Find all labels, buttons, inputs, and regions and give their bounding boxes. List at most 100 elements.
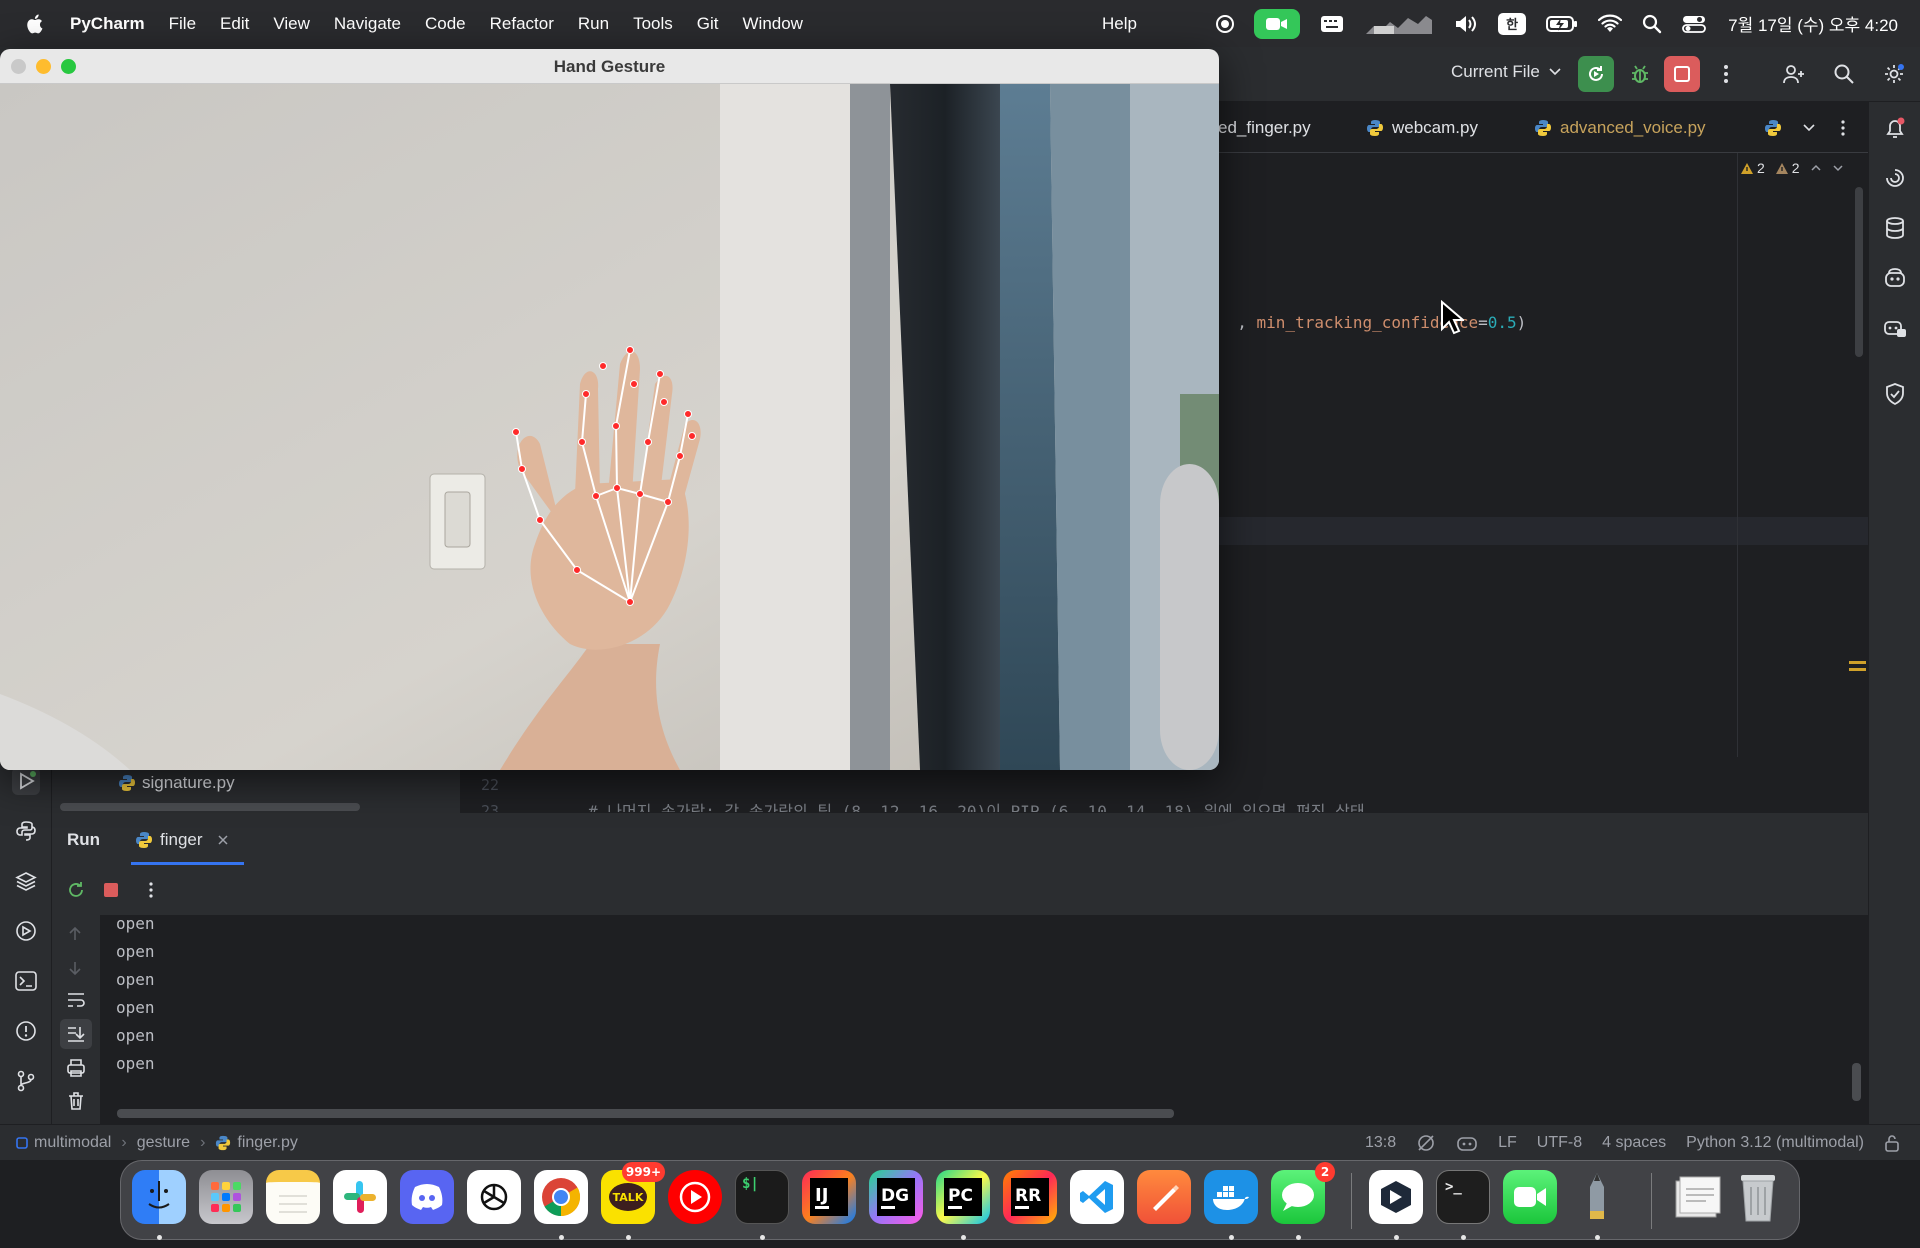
more-actions-button[interactable] <box>1708 56 1744 92</box>
unlock-icon[interactable] <box>1884 1134 1900 1152</box>
more-vertical-icon[interactable] <box>148 881 154 899</box>
dock-notes-icon[interactable] <box>266 1170 320 1224</box>
dock-pycharm-icon[interactable]: PC <box>936 1170 990 1224</box>
dock-slack-icon[interactable] <box>333 1170 387 1224</box>
hand-gesture-window[interactable]: Hand Gesture <box>0 49 1219 770</box>
dock-facetime-icon[interactable] <box>1503 1170 1557 1224</box>
dock-chrome-icon[interactable] <box>534 1170 588 1224</box>
tabs-dropdown-button[interactable] <box>1802 102 1816 153</box>
menu-view[interactable]: View <box>273 14 310 34</box>
no-ai-icon[interactable] <box>1416 1133 1436 1153</box>
editor-scrollbar[interactable] <box>1855 187 1863 357</box>
console-vertical-scrollbar[interactable] <box>1852 1063 1861 1101</box>
arrow-down-icon[interactable] <box>66 959 84 977</box>
services-button[interactable] <box>12 917 40 945</box>
run-tab-finger[interactable]: finger <box>135 830 230 850</box>
tab-finger[interactable]: ed_finger.py <box>1218 102 1311 153</box>
copilot-status-icon[interactable] <box>1456 1133 1478 1153</box>
dock-messages-icon[interactable]: 2 <box>1271 1162 1335 1224</box>
debug-button[interactable] <box>1622 56 1658 92</box>
database-button[interactable] <box>1881 214 1909 242</box>
settings-button[interactable] <box>1876 56 1912 92</box>
input-source-icon[interactable]: 한 <box>1498 9 1527 39</box>
file-encoding[interactable]: UTF-8 <box>1537 1134 1582 1152</box>
dock-kakaotalk-icon[interactable]: TALK 999+ <box>601 1162 665 1224</box>
layers-button[interactable] <box>12 867 40 895</box>
tab-webcam[interactable]: webcam.py <box>1366 102 1478 153</box>
terminal-button[interactable] <box>12 967 40 995</box>
menu-run[interactable]: Run <box>578 14 609 34</box>
close-icon[interactable] <box>216 833 230 847</box>
menu-help[interactable]: Help <box>1102 14 1137 34</box>
menu-extra-graph-icon[interactable] <box>1364 9 1434 39</box>
python-interpreter[interactable]: Python 3.12 (multimodal) <box>1686 1134 1864 1152</box>
dock-downloads-stack-icon[interactable] <box>1669 1170 1723 1224</box>
copilot-chat-button[interactable] <box>1881 314 1909 342</box>
screen-record-icon[interactable] <box>1216 9 1235 39</box>
menu-edit[interactable]: Edit <box>220 14 249 34</box>
menu-window[interactable]: Window <box>743 14 803 34</box>
scroll-to-end-button[interactable] <box>60 1019 92 1049</box>
dock-launchpad-icon[interactable] <box>199 1170 253 1224</box>
menu-tools[interactable]: Tools <box>633 14 673 34</box>
dock-intellij-icon[interactable]: IJ <box>802 1170 856 1224</box>
line-separator[interactable]: LF <box>1498 1134 1517 1152</box>
facetime-status-icon[interactable] <box>1254 8 1301 39</box>
python-packages-button[interactable] <box>12 817 40 845</box>
menu-code[interactable]: Code <box>425 14 466 34</box>
search-everywhere-button[interactable] <box>1826 56 1862 92</box>
wifi-icon[interactable] <box>1598 9 1623 39</box>
soft-wrap-icon[interactable] <box>66 991 86 1009</box>
rerun-button[interactable] <box>1578 56 1614 92</box>
notifications-button[interactable] <box>1881 114 1909 142</box>
code-with-me-button[interactable] <box>1776 56 1812 92</box>
copilot-button[interactable] <box>1881 264 1909 292</box>
ai-assistant-button[interactable] <box>1881 164 1909 192</box>
run-configuration-selector[interactable]: Current File <box>1451 62 1562 82</box>
menu-app-name[interactable]: PyCharm <box>70 14 145 34</box>
volume-icon[interactable] <box>1454 9 1478 39</box>
problems-button[interactable] <box>12 1017 40 1045</box>
dock-rustrover-icon[interactable]: RR <box>1003 1170 1057 1224</box>
project-file-item[interactable]: signature.py <box>118 773 235 793</box>
dock-discord-icon[interactable] <box>400 1170 454 1224</box>
menu-file[interactable]: File <box>169 14 196 34</box>
chevron-down-icon[interactable] <box>1832 164 1844 172</box>
error-stripe-marker[interactable] <box>1849 661 1866 664</box>
stop-icon[interactable] <box>102 881 120 899</box>
menu-git[interactable]: Git <box>697 14 719 34</box>
dock-datagrip-icon[interactable]: DG <box>869 1170 923 1224</box>
chevron-up-icon[interactable] <box>1810 164 1822 172</box>
dock-pencil-icon[interactable] <box>1570 1170 1624 1224</box>
dock-cursor-icon[interactable] <box>1369 1170 1423 1224</box>
run-tool-button[interactable] <box>12 767 40 795</box>
dock-trash-icon[interactable] <box>1731 1170 1785 1224</box>
apple-icon[interactable] <box>24 13 44 35</box>
inspection-widget[interactable]: 2 2 <box>1740 160 1844 176</box>
caret-position[interactable]: 13:8 <box>1365 1134 1396 1152</box>
keyboard-viewer-icon[interactable] <box>1320 9 1344 39</box>
dock-docker-icon[interactable] <box>1204 1170 1258 1224</box>
menu-refactor[interactable]: Refactor <box>490 14 554 34</box>
tab-advanced-voice[interactable]: advanced_voice.py <box>1534 102 1706 153</box>
project-scrollbar[interactable] <box>60 803 360 811</box>
rerun-icon[interactable] <box>66 880 86 900</box>
breadcrumb-folder[interactable]: gesture <box>137 1134 190 1152</box>
battery-icon[interactable] <box>1546 9 1578 39</box>
dock-swift-playgrounds-icon[interactable] <box>1137 1170 1191 1224</box>
trash-icon[interactable] <box>66 1091 86 1111</box>
security-button[interactable] <box>1881 380 1909 408</box>
dock-youtube-music-icon[interactable] <box>668 1170 722 1224</box>
dock-chatgpt-icon[interactable] <box>467 1170 521 1224</box>
dock-iterm-icon[interactable]: >_ <box>1436 1170 1490 1224</box>
tab-overflow[interactable] <box>1764 102 1782 153</box>
control-center-icon[interactable] <box>1682 9 1707 39</box>
menubar-clock[interactable]: 7월 17일 (수) 오후 4:20 <box>1728 11 1898 36</box>
print-icon[interactable] <box>66 1058 86 1078</box>
tabs-more-button[interactable] <box>1840 102 1846 153</box>
arrow-up-icon[interactable] <box>66 925 84 943</box>
breadcrumb-file[interactable]: finger.py <box>215 1134 298 1152</box>
stop-button[interactable] <box>1664 56 1700 92</box>
indent-setting[interactable]: 4 spaces <box>1602 1134 1666 1152</box>
menu-navigate[interactable]: Navigate <box>334 14 401 34</box>
